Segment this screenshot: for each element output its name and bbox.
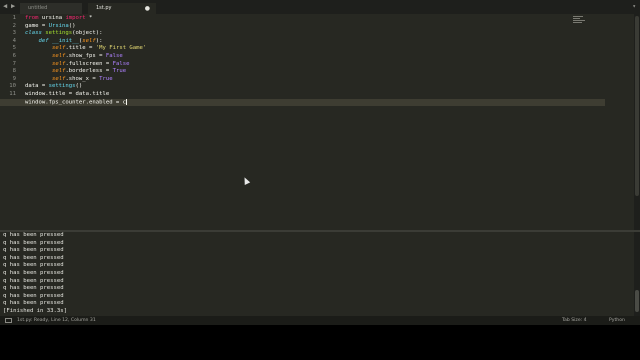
code-line[interactable]: def __init__(self): xyxy=(25,38,605,46)
tab-nav-right-icon[interactable]: ▶ xyxy=(11,2,15,11)
output-line: q has been pressed xyxy=(3,247,64,254)
code-line[interactable]: class settings(object): xyxy=(25,30,605,38)
line-number-gutter: 1 2 3 4 5 6 7 8 9 10 11 12 xyxy=(0,15,20,106)
tab-dropdown-icon[interactable]: ▾ xyxy=(632,3,636,10)
output-line: q has been pressed xyxy=(3,292,64,299)
line-number: 9 xyxy=(12,75,16,82)
line-number: 11 xyxy=(9,90,16,97)
code-line[interactable]: window.title = data.title xyxy=(25,91,605,99)
code-line[interactable]: data = settings() xyxy=(25,83,605,91)
minimap[interactable] xyxy=(573,16,587,26)
output-line: [Finished in 33.3s] xyxy=(3,307,67,314)
code-line[interactable]: window.fps_counter.enabled = c xyxy=(0,98,605,107)
line-number: 5 xyxy=(12,45,16,52)
code-editor[interactable]: 1 2 3 4 5 6 7 8 9 10 11 12 from ursina i… xyxy=(0,14,634,230)
panel-toggle-icon[interactable] xyxy=(5,318,12,323)
code-line[interactable]: self.show_x = True xyxy=(25,76,605,84)
line-number: 2 xyxy=(12,22,16,29)
build-output-panel[interactable]: q has been pressed q has been pressed q ha… xyxy=(0,232,634,316)
output-line: q has been pressed xyxy=(3,277,64,284)
output-line: q has been pressed xyxy=(3,300,64,307)
line-number: 6 xyxy=(12,52,16,59)
code-line[interactable]: self.title = 'My First Game' xyxy=(25,45,605,53)
tab-bar: ◀ ▶ untitled 1st.py ● ▾ xyxy=(0,0,640,14)
scrollbar-thumb[interactable] xyxy=(635,16,639,196)
output-scrollbar[interactable] xyxy=(634,232,640,316)
code-line[interactable]: self.fullscreen = False xyxy=(25,61,605,69)
code-area[interactable]: from ursina import * game = Ursina() class… xyxy=(0,15,605,107)
output-line: q has been pressed xyxy=(3,239,64,246)
text-caret xyxy=(126,98,128,105)
tab-1st-py[interactable]: 1st.py ● xyxy=(88,3,156,14)
output-line: q has been pressed xyxy=(3,269,64,276)
line-number: 7 xyxy=(12,60,16,67)
output-line: q has been pressed xyxy=(3,232,64,238)
tab-untitled[interactable]: untitled xyxy=(20,3,82,14)
output-line: q has been pressed xyxy=(3,262,64,269)
tab-label: untitled xyxy=(28,5,48,11)
status-bar: 1st.py: Ready, Line 12, Column 31 Tab Si… xyxy=(0,316,640,325)
code-line[interactable]: game = Ursina() xyxy=(25,23,605,31)
tab-label: 1st.py xyxy=(96,5,112,11)
code-line[interactable]: self.borderless = True xyxy=(25,68,605,76)
line-number: 3 xyxy=(12,30,16,37)
scrollbar-thumb[interactable] xyxy=(635,290,639,312)
sublime-text-window: ◀ ▶ untitled 1st.py ● ▾ 1 2 3 4 5 6 7 8 … xyxy=(0,0,640,325)
syntax-button[interactable]: Python xyxy=(609,316,625,325)
code-line[interactable]: self.show_fps = False xyxy=(25,53,605,61)
unsaved-dot-icon[interactable]: ● xyxy=(145,3,150,14)
status-message: 1st.py: Ready, Line 12, Column 31 xyxy=(17,318,96,323)
line-number: 1 xyxy=(12,15,16,21)
tab-nav-left-icon[interactable]: ◀ xyxy=(3,2,7,11)
line-number: 8 xyxy=(12,68,16,75)
tab-size-button[interactable]: Tab Size: 4 xyxy=(562,316,587,325)
line-number: 10 xyxy=(9,83,16,90)
line-number: 4 xyxy=(12,37,16,44)
output-line: q has been pressed xyxy=(3,254,64,261)
code-line[interactable]: from ursina import * xyxy=(25,15,605,23)
editor-scrollbar[interactable] xyxy=(634,14,640,230)
output-line: q has been pressed xyxy=(3,285,64,292)
